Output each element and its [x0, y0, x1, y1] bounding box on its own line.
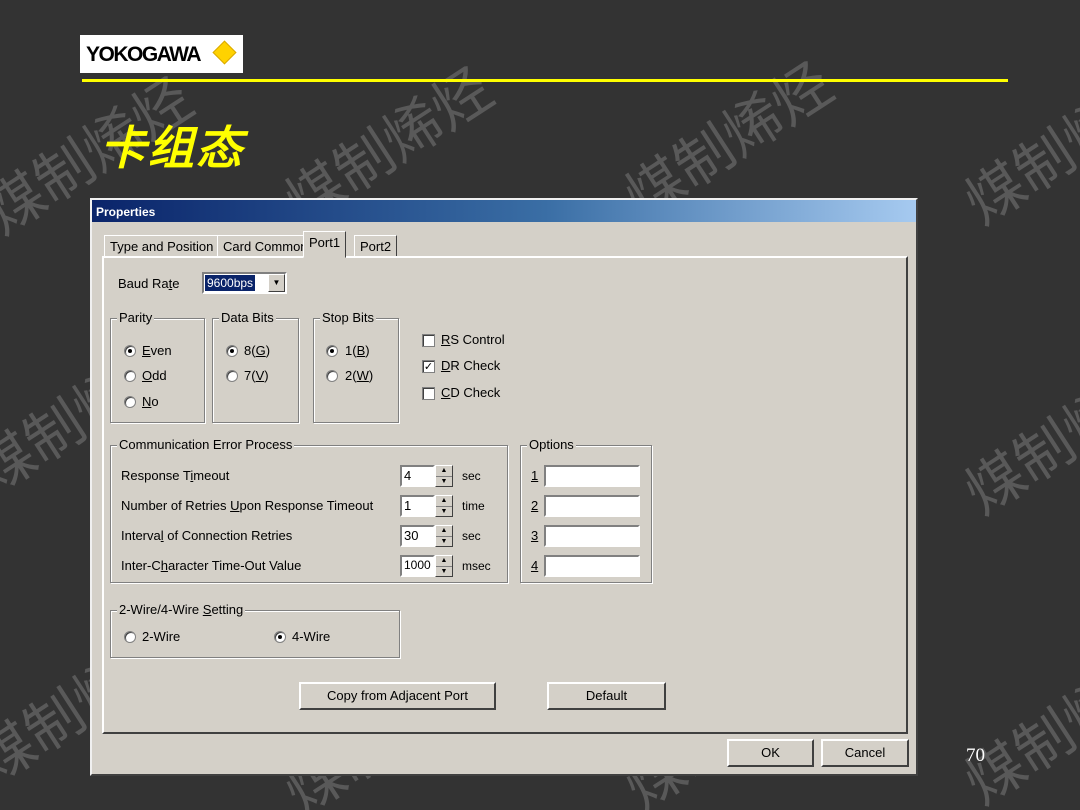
two-wire-label: 2-Wire — [142, 629, 181, 644]
char-timeout-input[interactable]: 1000 — [400, 555, 435, 577]
parity-even-radio[interactable] — [124, 345, 136, 357]
baud-rate-select[interactable]: 9600bps ▼ — [202, 272, 287, 294]
page-number: 70 — [966, 745, 985, 766]
title-rule — [82, 79, 1008, 82]
stop-bits-legend: Stop Bits — [320, 310, 377, 325]
tab-card-common[interactable]: Card Common — [217, 235, 314, 257]
retries-input[interactable]: 1 — [400, 495, 435, 517]
baud-rate-label: Baud Rate — [118, 276, 180, 291]
retries-label: Number of Retries Upon Response Timeout — [121, 498, 374, 513]
parity-legend: Parity — [117, 310, 155, 325]
rs-control-checkbox[interactable] — [422, 334, 435, 347]
dr-check-checkbox[interactable]: ✓ — [422, 360, 435, 373]
rs-control-label: RS Control — [441, 332, 505, 347]
parity-odd-label: Odd — [142, 368, 167, 383]
connection-interval-input[interactable]: 30 — [400, 525, 435, 547]
retries-unit: time — [462, 499, 485, 513]
data-bits-8-radio[interactable] — [226, 345, 238, 357]
four-wire-label: 4-Wire — [292, 629, 331, 644]
char-timeout-unit: msec — [462, 559, 491, 573]
stop-bits-2-label: 2(W) — [345, 368, 374, 383]
options-legend: Options — [527, 437, 576, 452]
option-1-label: 1 — [531, 468, 539, 483]
yokogawa-logo: YOKOGAWA — [80, 35, 243, 73]
wire-setting-legend: 2-Wire/4-Wire Setting — [117, 602, 246, 617]
response-timeout-input[interactable]: 4 — [400, 465, 435, 487]
comm-error-legend: Communication Error Process — [117, 437, 295, 452]
default-button[interactable]: Default — [547, 682, 666, 710]
retries-stepper[interactable]: ▲ ▼ — [435, 495, 453, 517]
two-wire-radio[interactable] — [124, 631, 136, 643]
connection-interval-stepper[interactable]: ▲ ▼ — [435, 525, 453, 547]
tab-port2[interactable]: Port2 — [354, 235, 398, 257]
stop-bits-1-label: 1(B) — [345, 343, 370, 358]
tab-port1[interactable]: Port1 — [303, 231, 347, 258]
parity-even-label: Even — [142, 343, 172, 358]
four-wire-radio[interactable] — [274, 631, 286, 643]
connection-interval-label: Interval of Connection Retries — [121, 528, 293, 543]
baud-rate-value: 9600bps — [205, 275, 256, 291]
dr-check-label: DR Check — [441, 358, 501, 373]
response-timeout-unit: sec — [462, 469, 481, 483]
response-timeout-stepper[interactable]: ▲ ▼ — [435, 465, 453, 487]
response-timeout-label: Response Timeout — [121, 468, 230, 483]
logo-text: YOKOGAWA — [86, 43, 202, 66]
watermark: 煤制烯烃 — [952, 344, 1080, 528]
data-bits-8-label: 8(G) — [244, 343, 271, 358]
char-timeout-stepper[interactable]: ▲ ▼ — [435, 555, 453, 577]
tab-type-and-position[interactable]: Type and Position — [104, 235, 220, 257]
option-3-label: 3 — [531, 528, 539, 543]
ok-button[interactable]: OK — [727, 739, 814, 767]
copy-from-adjacent-port-button[interactable]: Copy from Adjacent Port — [299, 682, 496, 710]
parity-no-label: No — [142, 394, 159, 409]
parity-odd-radio[interactable] — [124, 370, 136, 382]
data-bits-7-label: 7(V) — [244, 368, 269, 383]
cd-check-label: CD Check — [441, 385, 501, 400]
option-2-input[interactable] — [544, 495, 640, 517]
connection-interval-unit: sec — [462, 529, 481, 543]
option-4-label: 4 — [531, 558, 539, 573]
option-2-label: 2 — [531, 498, 539, 513]
dialog-titlebar: Properties — [92, 200, 916, 222]
option-3-input[interactable] — [544, 525, 640, 547]
option-1-input[interactable] — [544, 465, 640, 487]
dialog-title: Properties — [96, 205, 156, 219]
parity-no-radio[interactable] — [124, 396, 136, 408]
stop-bits-2-radio[interactable] — [326, 370, 338, 382]
data-bits-7-radio[interactable] — [226, 370, 238, 382]
chevron-down-icon[interactable]: ▼ — [268, 274, 285, 292]
properties-dialog: Properties Type and Position Card Common… — [90, 198, 918, 776]
watermark: 煤制烯烃 — [952, 54, 1080, 238]
diamond-icon — [212, 40, 237, 65]
watermark: 煤制烯烃 — [952, 634, 1080, 810]
stop-bits-1-radio[interactable] — [326, 345, 338, 357]
slide-title: 卡组态 — [100, 121, 244, 175]
cd-check-checkbox[interactable] — [422, 387, 435, 400]
cancel-button[interactable]: Cancel — [821, 739, 909, 767]
data-bits-legend: Data Bits — [219, 310, 276, 325]
char-timeout-label: Inter-Character Time-Out Value — [121, 558, 302, 573]
option-4-input[interactable] — [544, 555, 640, 577]
